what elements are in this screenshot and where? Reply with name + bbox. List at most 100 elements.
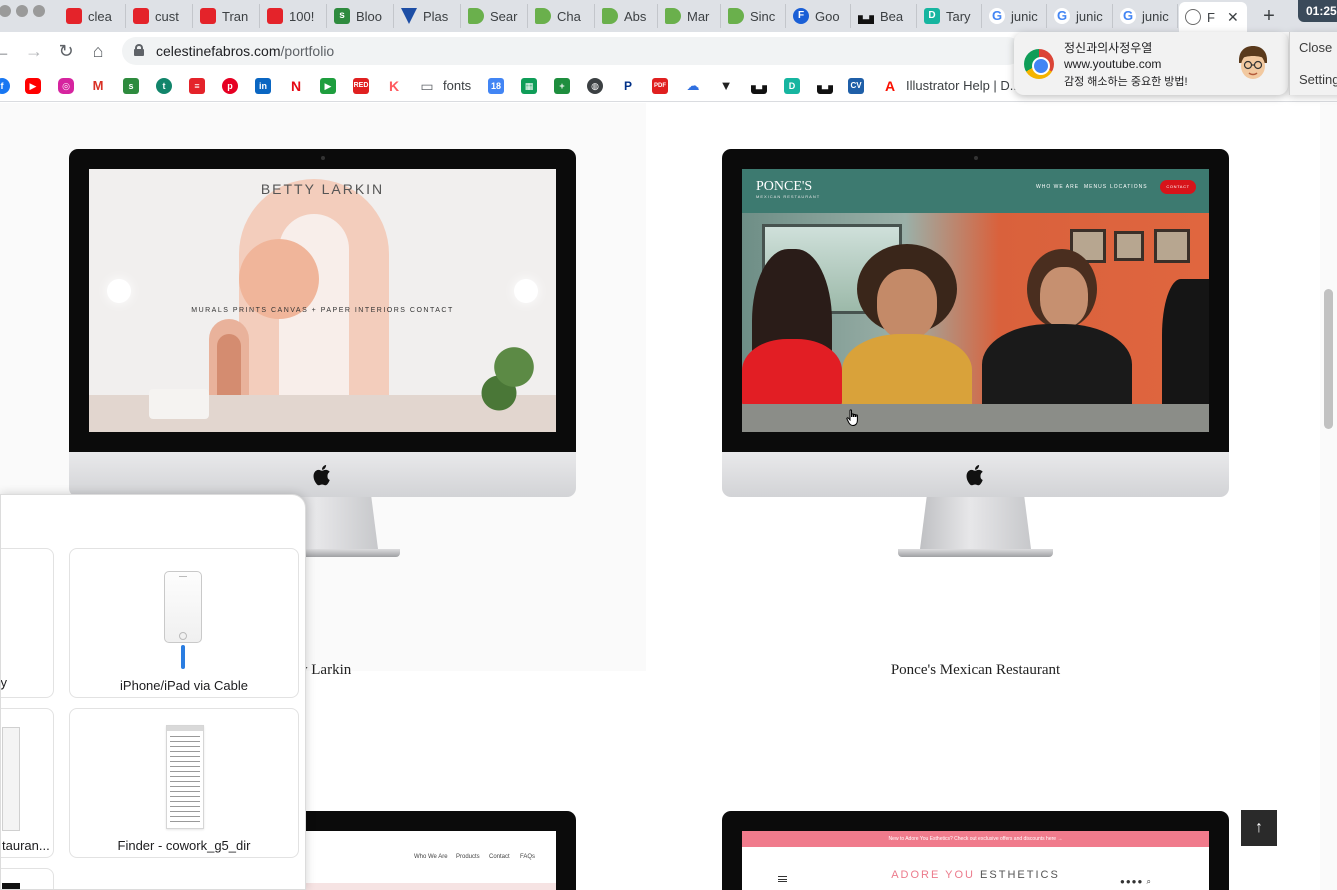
tab[interactable]: 100! [261, 4, 327, 28]
share-target-tile[interactable] [1, 868, 54, 889]
window-thumbnail [2, 727, 20, 831]
betty-larkin-menu: MURALS PRINTS CANVAS + PAPER INTERIORS C… [191, 307, 454, 314]
tab-active[interactable]: F ✕ [1179, 2, 1247, 32]
sheets-icon[interactable]: ▦ [521, 78, 537, 94]
scroll-to-top-button[interactable]: ↑ [1241, 810, 1277, 846]
lock-icon [134, 44, 144, 56]
share-target-iphone-cable[interactable]: iPhone/iPad via Cable [69, 548, 299, 698]
person-shape [842, 334, 972, 414]
notification-site: www.youtube.com [1064, 57, 1162, 71]
tab-label: Bloo [356, 8, 383, 24]
page-scrollbar[interactable] [1320, 103, 1337, 890]
tab-label: Sear [490, 8, 518, 24]
imac-bezel: PONCE'S MEXICAN RESTAURANT WHO WE ARE ME… [722, 149, 1229, 452]
share-target-finder[interactable]: Finder - cowork_g5_dir [69, 708, 299, 858]
globe-icon[interactable]: ◍ [587, 78, 603, 94]
notification-settings-button[interactable]: Settings [1299, 72, 1337, 87]
tab[interactable]: cust [127, 4, 193, 28]
home-button[interactable]: ⌂ [88, 40, 108, 62]
tab[interactable]: clea [60, 4, 126, 28]
back-button[interactable]: ← [0, 40, 12, 62]
play-icon[interactable]: ▶ [320, 78, 336, 94]
page-scrollbar-thumb[interactable] [1324, 289, 1333, 429]
pdf-icon[interactable]: PDF [652, 78, 668, 94]
portfolio-caption-betty-larkin[interactable]: y Larkin [300, 662, 351, 679]
vuetify-icon[interactable]: ▼ [718, 78, 734, 94]
share-target-tile[interactable]: y [1, 548, 54, 698]
youtube-icon[interactable]: ▶ [25, 78, 41, 94]
paypal-icon[interactable]: P [620, 78, 636, 94]
tab[interactable]: Cha [529, 4, 595, 28]
shopify-icon[interactable]: s [123, 78, 139, 94]
lamp-light [107, 279, 131, 303]
person-shape [982, 324, 1132, 414]
url-domain: celestinefabros.com [156, 43, 281, 59]
url-text: celestinefabros.com/portfolio [156, 43, 334, 59]
facebook-icon[interactable]: f [0, 78, 10, 94]
bookmark-illustrator-help[interactable]: Illustrator Help | D... [906, 78, 1021, 93]
chrome-notification[interactable]: 정신과의사정우열 www.youtube.com 감정 해소하는 중요한 방법! [1014, 32, 1288, 95]
folder-icon[interactable]: ▭ [419, 78, 435, 94]
bookmark-fonts[interactable]: fonts [443, 78, 471, 93]
logo-rest-text: ESTHETICS [975, 869, 1060, 881]
gmail-icon[interactable]: M [90, 78, 106, 94]
unsplash-icon[interactable] [817, 85, 833, 94]
imac-base [898, 549, 1053, 557]
tab[interactable]: Plas [395, 4, 461, 28]
tab-label: Abs [624, 8, 647, 24]
ponces-contact-button: CONTACT [1160, 180, 1196, 194]
unsplash-icon[interactable] [751, 85, 767, 94]
portfolio-caption-ponces[interactable]: Ponce's Mexican Restaurant [722, 662, 1229, 679]
tab[interactable]: F Goo [787, 4, 851, 28]
forward-button[interactable]: → [24, 40, 44, 62]
url-path: /portfolio [280, 43, 335, 59]
instagram-icon[interactable]: ◎ [58, 78, 74, 94]
redbubble-icon[interactable]: RED [353, 78, 369, 94]
ponces-logo: PONCE'S [756, 179, 813, 194]
tab[interactable]: Gjunic [1114, 4, 1178, 28]
calendar-icon[interactable]: 18 [488, 78, 504, 94]
share-target-label: Finder - cowork_g5_dir [117, 838, 251, 853]
share-target-tile[interactable]: tauran... [1, 708, 54, 858]
netflix-icon[interactable]: N [288, 78, 304, 94]
tab[interactable]: Gjunic [983, 4, 1047, 28]
linkedin-icon[interactable]: in [255, 78, 271, 94]
tab[interactable]: Abs [596, 4, 658, 28]
person-shape [877, 269, 937, 339]
window-close-button[interactable] [0, 5, 11, 17]
window-minimize-button[interactable] [16, 5, 28, 17]
tab[interactable]: Bea [852, 4, 917, 28]
tab-label: cust [155, 8, 179, 24]
window-thumbnail [2, 883, 20, 889]
add-icon[interactable]: + [554, 78, 570, 94]
finder-window-thumbnail [166, 725, 204, 829]
todoist-icon [267, 8, 283, 24]
tab[interactable]: Sinc [722, 4, 786, 28]
address-bar[interactable]: celestinefabros.com/portfolio [122, 37, 1022, 65]
tag-icon [535, 8, 551, 24]
t-icon[interactable]: t [156, 78, 172, 94]
todoist-icon[interactable]: ≡ [189, 78, 205, 94]
notification-close-button[interactable]: Close [1299, 40, 1332, 55]
tab[interactable]: Tran [194, 4, 260, 28]
kajabi-icon[interactable]: K [386, 78, 402, 94]
new-tab-button[interactable]: + [1258, 4, 1280, 28]
tab[interactable]: D Tary [918, 4, 982, 28]
reload-button[interactable]: ↻ [56, 40, 76, 62]
tab[interactable]: s Bloo [328, 4, 394, 28]
cv-icon[interactable]: CV [848, 78, 864, 94]
betty-larkin-screenshot: BETTY LARKIN MURALS PRINTS CANVAS + PAPE… [89, 169, 556, 432]
d-icon[interactable]: D [784, 78, 800, 94]
cloud-download-icon[interactable]: ☁ [685, 78, 701, 94]
tab[interactable]: Sear [462, 4, 528, 28]
adobe-icon[interactable]: A [882, 78, 898, 94]
tab[interactable]: Gjunic [1048, 4, 1113, 28]
tab[interactable]: Mar [659, 4, 721, 28]
person-shape [1162, 279, 1209, 419]
tab-label: F [1207, 9, 1215, 25]
window-zoom-button[interactable] [33, 5, 45, 17]
f-icon: F [793, 8, 809, 24]
pinterest-icon[interactable]: p [222, 78, 238, 94]
close-icon[interactable]: ✕ [1227, 9, 1239, 26]
lamp-light [514, 279, 538, 303]
